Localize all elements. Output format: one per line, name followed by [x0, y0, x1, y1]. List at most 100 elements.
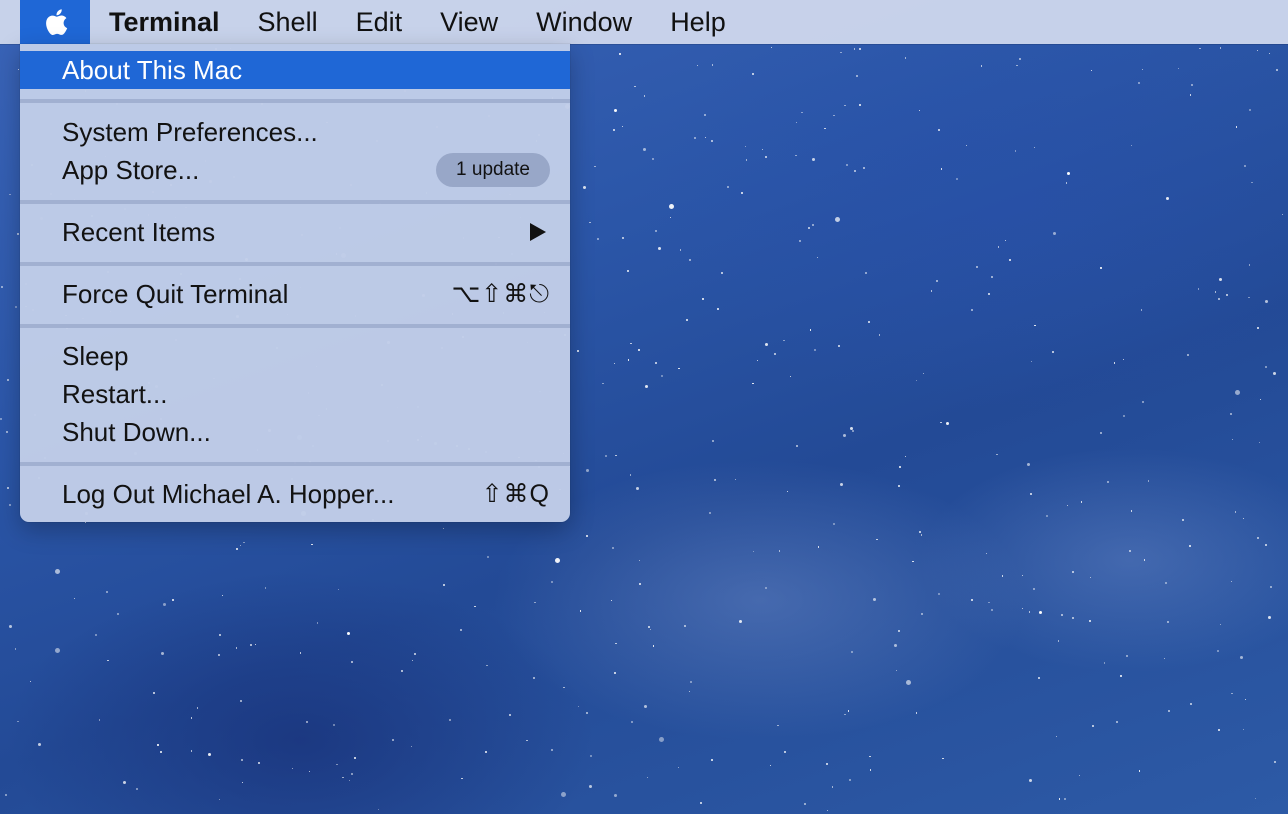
star — [859, 104, 862, 107]
star — [854, 170, 857, 173]
menu-item-log-out[interactable]: Log Out Michael A. Hopper... ⇧⌘Q — [20, 475, 570, 513]
star — [106, 590, 109, 593]
star — [1071, 570, 1074, 573]
star — [849, 779, 852, 782]
star — [1057, 640, 1059, 642]
star — [347, 631, 351, 635]
menu-item-shut-down[interactable]: Shut Down... — [20, 413, 570, 451]
menu-item-restart[interactable]: Restart... — [20, 375, 570, 413]
star — [615, 454, 617, 457]
star — [752, 73, 755, 76]
star — [349, 779, 351, 782]
star — [898, 630, 900, 632]
star — [845, 163, 848, 166]
star — [1187, 354, 1190, 357]
star — [116, 613, 119, 616]
star — [980, 65, 983, 67]
star — [1242, 517, 1245, 520]
menu-item-app-store[interactable]: App Store... 1 update — [20, 151, 570, 189]
star — [1219, 47, 1222, 49]
star — [1055, 735, 1057, 738]
menubar-item-view[interactable]: View — [421, 0, 517, 44]
star — [1103, 662, 1106, 664]
star — [1060, 613, 1063, 616]
star — [1226, 294, 1228, 296]
star — [95, 633, 98, 636]
star — [196, 707, 199, 709]
star — [844, 713, 846, 716]
star — [1107, 481, 1109, 483]
star — [711, 439, 714, 442]
star — [717, 307, 720, 310]
star — [613, 794, 617, 798]
menu-item-about-this-mac[interactable]: About This Mac — [20, 51, 570, 89]
star — [678, 368, 680, 370]
star — [99, 719, 101, 721]
star — [764, 155, 767, 158]
star — [241, 759, 244, 762]
star — [809, 329, 811, 331]
star — [657, 246, 661, 250]
star — [689, 690, 691, 692]
star — [1143, 559, 1146, 561]
star — [1029, 779, 1033, 783]
star — [392, 739, 395, 742]
star — [634, 85, 636, 88]
star — [29, 681, 32, 683]
menu-item-system-preferences[interactable]: System Preferences... — [20, 113, 570, 151]
star — [699, 802, 702, 805]
star — [221, 594, 224, 597]
star — [996, 453, 998, 456]
star — [704, 137, 706, 139]
menubar-item-shell[interactable]: Shell — [239, 0, 337, 44]
menu-item-recent-items[interactable]: Recent Items — [20, 213, 570, 251]
star — [615, 642, 617, 645]
submenu-arrow-icon — [530, 223, 546, 241]
star — [898, 465, 901, 468]
star — [353, 756, 356, 759]
star — [710, 759, 713, 762]
menu-item-sleep[interactable]: Sleep — [20, 337, 570, 375]
star — [812, 157, 816, 161]
star — [157, 744, 159, 746]
menu-item-label: System Preferences... — [62, 116, 318, 147]
star — [1045, 515, 1048, 518]
star — [1214, 291, 1217, 293]
star — [1066, 182, 1068, 184]
star — [1257, 537, 1259, 539]
menu-item-force-quit[interactable]: Force Quit Terminal ⌥⇧⌘⎋ — [20, 275, 570, 313]
star — [1033, 146, 1036, 149]
star — [308, 770, 311, 773]
star — [610, 599, 613, 602]
star — [486, 665, 488, 667]
star — [856, 74, 859, 77]
star — [449, 718, 452, 721]
star — [107, 659, 109, 662]
star — [894, 643, 898, 647]
star — [938, 128, 941, 131]
star — [160, 750, 163, 753]
star — [613, 362, 616, 365]
star — [912, 560, 914, 563]
star — [654, 361, 657, 364]
star — [930, 290, 933, 292]
menubar-item-window[interactable]: Window — [517, 0, 651, 44]
star — [218, 654, 221, 657]
menubar-item-terminal[interactable]: Terminal — [90, 0, 239, 44]
star — [816, 256, 819, 258]
star — [752, 550, 755, 553]
star — [443, 527, 445, 530]
star — [684, 624, 687, 627]
apple-menu-button[interactable] — [20, 0, 90, 44]
star — [241, 782, 244, 784]
star — [1033, 588, 1036, 590]
star — [694, 137, 697, 140]
star — [976, 266, 978, 268]
star — [851, 430, 854, 433]
menubar-item-help[interactable]: Help — [651, 0, 745, 44]
star — [660, 375, 663, 377]
star — [966, 144, 968, 147]
star — [1072, 616, 1075, 619]
menubar-item-edit[interactable]: Edit — [337, 0, 422, 44]
star — [336, 763, 338, 766]
